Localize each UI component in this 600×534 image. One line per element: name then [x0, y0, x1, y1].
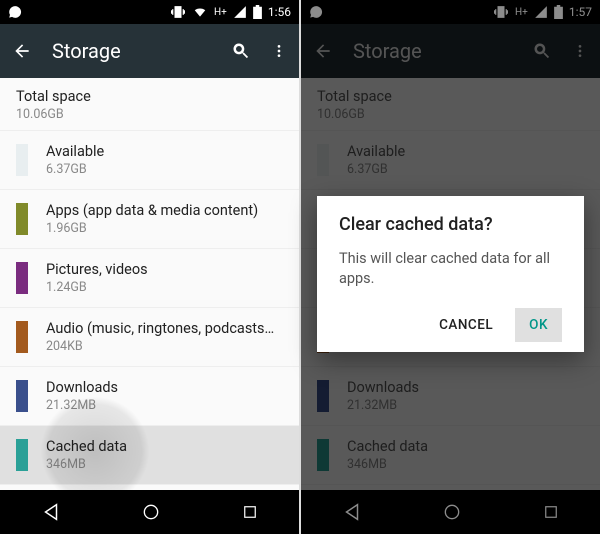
- row-value: 1.24GB: [46, 280, 148, 295]
- row-label: Pictures, videos: [46, 261, 148, 278]
- action-bar: Storage: [0, 24, 299, 78]
- vibrate-icon: [170, 5, 186, 19]
- row-label: Apps (app data & media content): [46, 202, 258, 219]
- dialog-body: This will clear cached data for all apps…: [339, 249, 562, 288]
- overflow-icon[interactable]: [271, 41, 287, 61]
- signal-icon: [233, 5, 247, 19]
- screen-right: H+ 1:57 Storage Total space 10.06GB Avai…: [301, 0, 600, 534]
- back-icon[interactable]: [12, 41, 32, 61]
- color-swatch: [16, 203, 28, 235]
- color-swatch: [16, 144, 28, 176]
- row-label: Available: [46, 143, 104, 160]
- status-bar: H+ 1:56: [0, 0, 299, 24]
- total-space: Total space 10.06GB: [0, 78, 299, 131]
- storage-row[interactable]: Pictures, videos 1.24GB: [0, 249, 299, 308]
- storage-row[interactable]: Apps (app data & media content) 1.96GB: [0, 190, 299, 249]
- row-value: 6.37GB: [46, 162, 104, 177]
- row-value: 346MB: [46, 457, 127, 472]
- screen-left: H+ 1:56 Storage Total space 10.06GB Avai…: [0, 0, 299, 534]
- nav-home-icon[interactable]: [141, 502, 161, 522]
- wifi-icon: [192, 5, 208, 19]
- page-title: Storage: [52, 39, 211, 63]
- color-swatch: [16, 321, 28, 353]
- dialog-title: Clear cached data?: [339, 214, 562, 235]
- storage-row[interactable]: Available 6.37GB: [0, 131, 299, 190]
- row-label: Downloads: [46, 379, 118, 396]
- color-swatch: [16, 439, 28, 471]
- storage-list: Total space 10.06GB Available 6.37GB Apps …: [0, 78, 299, 490]
- row-label: Cached data: [46, 438, 127, 455]
- color-swatch: [16, 380, 28, 412]
- row-value: 21.32MB: [46, 398, 118, 413]
- row-value: 1.96GB: [46, 221, 258, 236]
- row-label: Audio (music, ringtones, podcasts, et..: [46, 320, 276, 337]
- cancel-button[interactable]: CANCEL: [425, 308, 507, 342]
- clear-cache-dialog: Clear cached data? This will clear cache…: [317, 196, 584, 352]
- total-label: Total space: [16, 88, 283, 105]
- nav-bar: [0, 490, 299, 534]
- clock: 1:56: [268, 5, 291, 19]
- search-icon[interactable]: [231, 41, 251, 61]
- storage-row[interactable]: Cached data 346MB: [0, 426, 299, 485]
- nav-back-icon[interactable]: [40, 501, 62, 523]
- ok-button[interactable]: OK: [515, 308, 562, 342]
- storage-row[interactable]: Downloads 21.32MB: [0, 367, 299, 426]
- whatsapp-icon: [8, 5, 22, 19]
- storage-row[interactable]: Audio (music, ringtones, podcasts, et.. 2…: [0, 308, 299, 367]
- network-type: H+: [214, 7, 227, 18]
- dialog-actions: CANCEL OK: [339, 308, 562, 342]
- battery-icon: [253, 5, 262, 19]
- color-swatch: [16, 262, 28, 294]
- row-value: 204KB: [46, 339, 276, 354]
- total-value: 10.06GB: [16, 107, 283, 122]
- nav-recent-icon[interactable]: [241, 503, 259, 521]
